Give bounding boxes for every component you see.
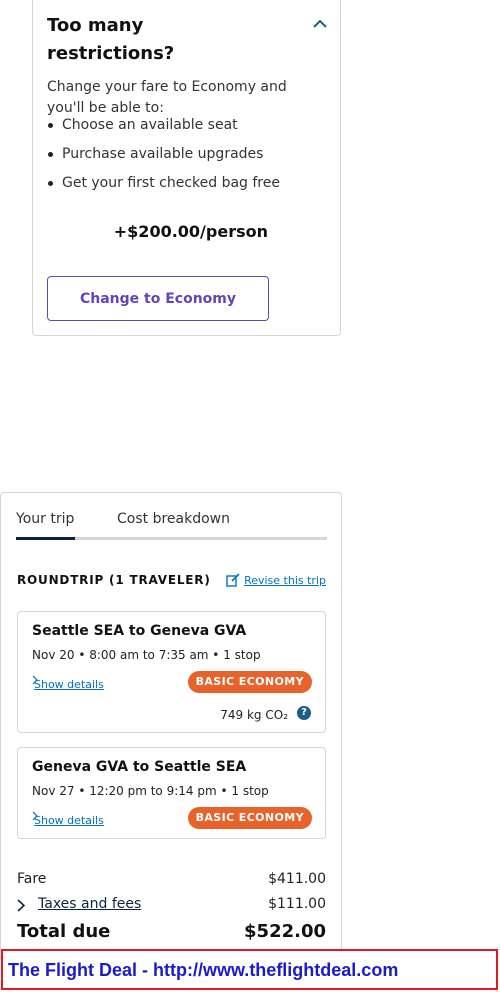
fare-value: $411.00 [268, 871, 326, 887]
trip-type-label: ROUNDTRIP (1 TRAVELER) [17, 573, 211, 587]
total-value: $522.00 [244, 921, 326, 942]
revise-trip-link[interactable]: Revise this trip [226, 573, 326, 587]
co2-emissions: 749 kg CO₂ [220, 708, 288, 722]
benefit-list: Choose an available seat Purchase availa… [47, 116, 317, 203]
tab-active-indicator [16, 537, 75, 540]
segment-time: Nov 20 • 8:00 am to 7:35 am • 1 stop [32, 648, 261, 662]
upsell-card: Too many restrictions? Change your fare … [32, 0, 341, 336]
chevron-up-icon[interactable] [311, 16, 329, 30]
taxes-and-fees-link[interactable]: Taxes and fees [38, 896, 141, 912]
fare-class-badge: BASIC ECONOMY [187, 807, 312, 829]
upsell-title: Too many restrictions? [47, 15, 175, 64]
revise-trip-label: Revise this trip [244, 573, 326, 587]
flight-segment-return: Geneva GVA to Seattle SEA Nov 27 • 12:20… [17, 747, 326, 839]
upsell-price: +$200.00/person [113, 222, 268, 241]
tab-your-trip[interactable]: Your trip [16, 511, 74, 527]
help-icon[interactable]: ? [297, 706, 311, 720]
benefit-item: Purchase available upgrades [47, 145, 317, 174]
watermark-text: The Flight Deal - http://www.theflightde… [8, 960, 399, 980]
total-row: Total due $522.00 [17, 921, 326, 942]
upsell-intro: Change your fare to Economy and you'll b… [47, 79, 287, 116]
benefit-item: Choose an available seat [47, 116, 317, 145]
trip-summary-card: Your trip Cost breakdown ROUNDTRIP (1 TR… [0, 492, 342, 962]
chevron-right-icon[interactable] [17, 899, 25, 912]
edit-icon [226, 573, 240, 587]
total-label: Total due [17, 921, 111, 942]
flight-segment-outbound: Seattle SEA to Geneva GVA Nov 20 • 8:00 … [17, 611, 326, 733]
fare-label: Fare [17, 871, 47, 887]
taxes-value: $111.00 [268, 896, 326, 912]
fare-class-badge: BASIC ECONOMY [187, 671, 312, 693]
segment-route: Geneva GVA to Seattle SEA [32, 759, 247, 775]
change-to-economy-button[interactable]: Change to Economy [47, 276, 269, 321]
fare-row: Fare $411.00 [17, 871, 326, 887]
segment-time: Nov 27 • 12:20 pm to 9:14 pm • 1 stop [32, 784, 269, 798]
watermark-banner: The Flight Deal - http://www.theflightde… [1, 949, 498, 990]
segment-route: Seattle SEA to Geneva GVA [32, 623, 247, 639]
show-details-link[interactable]: Show details [34, 678, 104, 691]
tab-cost-breakdown[interactable]: Cost breakdown [117, 511, 230, 527]
benefit-item: Get your first checked bag free [47, 174, 317, 203]
show-details-link[interactable]: Show details [34, 814, 104, 827]
